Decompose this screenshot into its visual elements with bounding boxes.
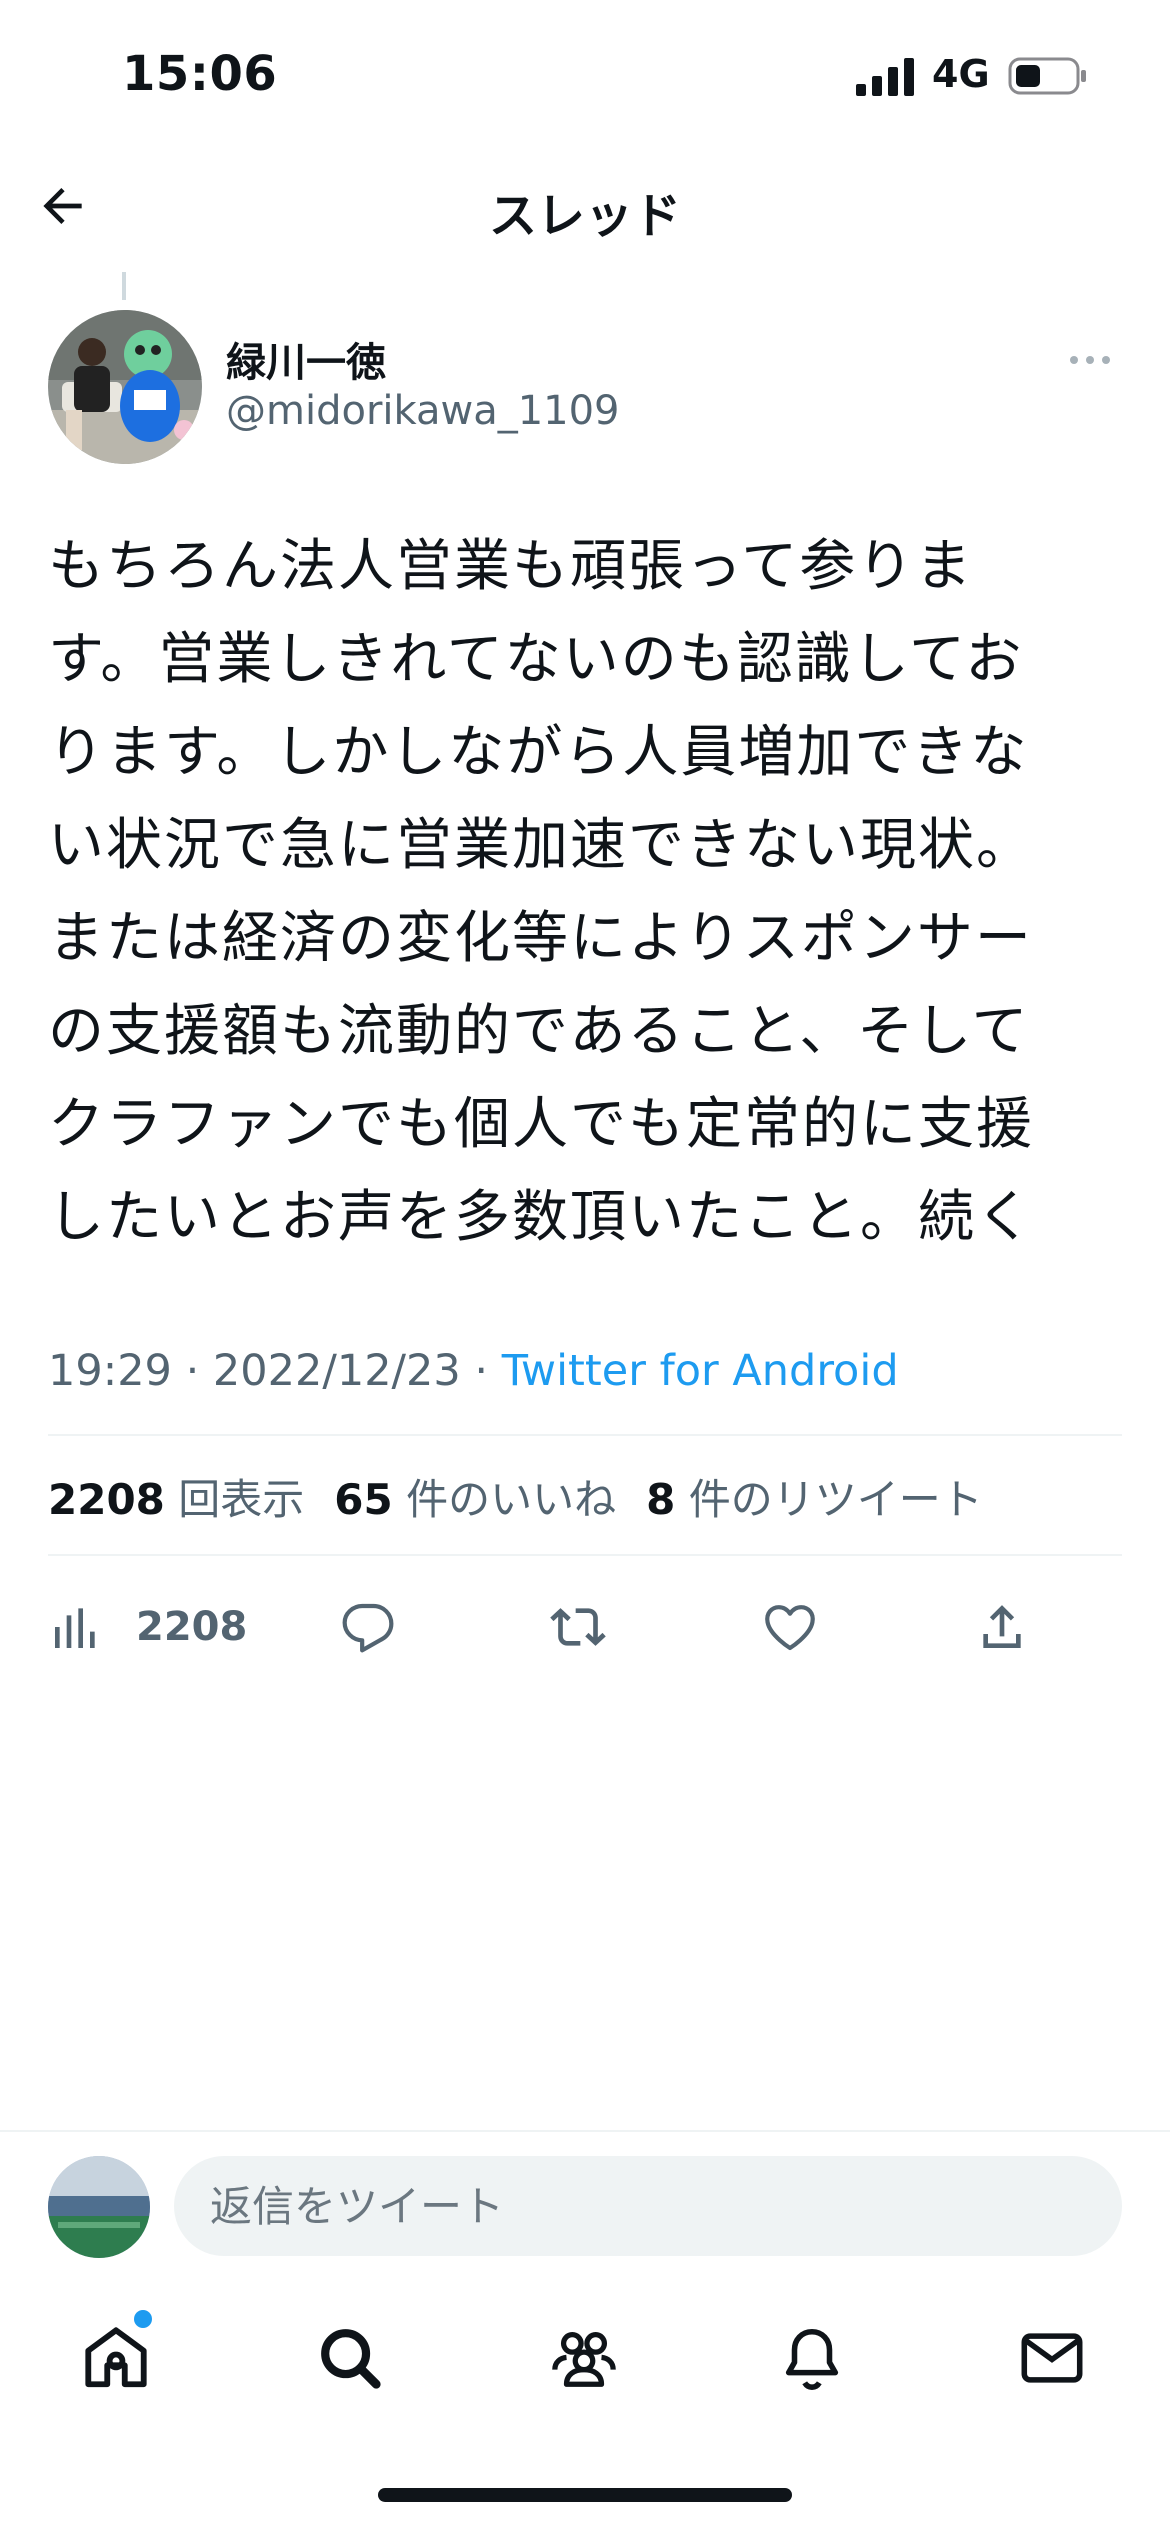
battery-icon (1008, 57, 1086, 95)
messages-icon (1021, 2333, 1083, 2383)
network-type: 4G (932, 52, 990, 96)
home-indicator[interactable] (378, 2488, 792, 2502)
user-avatar[interactable] (48, 2156, 150, 2258)
tweet-line: もちろん法人営業も頑張って参りま (48, 534, 974, 599)
tweet-line: の支援額も流動的であること、そして (48, 999, 1030, 1064)
unread-dot (134, 2310, 152, 2328)
signal-icon (856, 58, 914, 96)
views-icon (55, 1608, 95, 1648)
avatar-image (48, 2156, 150, 2258)
nav-home[interactable] (76, 2318, 156, 2398)
tweet-meta: 19:29 · 2022/12/23 · Twitter for Android (48, 1346, 899, 1396)
heart-icon (765, 1605, 815, 1651)
likes-stat[interactable]: 65 件のいいね (334, 1466, 616, 1527)
divider (0, 2130, 1170, 2132)
views-count: 2208 (136, 1604, 248, 1650)
tweet-line: ります。しかしながら人員増加できな (48, 720, 1029, 785)
author-handle[interactable]: @midorikawa_1109 (226, 388, 620, 434)
views-stat[interactable]: 2208 回表示 (48, 1466, 304, 1527)
nav-communities[interactable] (544, 2318, 624, 2398)
tweet-line: い状況で急に営業加速できない現状。 (48, 813, 1034, 878)
retweet-button[interactable] (550, 1592, 606, 1662)
tweet-stats: 2208 回表示 65 件のいいね 8 件のリツイート (48, 1466, 983, 1527)
back-button[interactable] (28, 176, 98, 236)
page-title: スレッド (488, 188, 681, 244)
like-button[interactable] (762, 1592, 818, 1662)
reply-input[interactable] (174, 2156, 1122, 2256)
home-icon (85, 2327, 147, 2388)
share-button[interactable] (974, 1592, 1030, 1662)
nav-search[interactable] (310, 2318, 390, 2398)
author-name[interactable]: 緑川一徳 (226, 330, 386, 388)
tweet-line: したいとお声を多数頂いたこと。続く (48, 1185, 1034, 1250)
tweet-timestamp[interactable]: 19:29 · 2022/12/23 · (48, 1346, 502, 1396)
tweet-actions: 2208 (48, 1592, 1122, 1662)
nav-messages[interactable] (1012, 2318, 1092, 2398)
reply-button[interactable] (340, 1592, 396, 1662)
tweet-line: クラファンでも個人でも定常的に支援 (48, 1092, 1034, 1157)
search-icon (321, 2329, 381, 2389)
thread-connector (122, 272, 126, 300)
tweet-source[interactable]: Twitter for Android (502, 1346, 899, 1396)
tweet-text: もちろん法人営業も頑張って参りま す。営業しきれてないのも認識してお ります。し… (48, 520, 1128, 1264)
divider (48, 1434, 1122, 1436)
avatar-image (48, 310, 202, 464)
notifications-icon (785, 2328, 839, 2390)
communities-icon (552, 2332, 616, 2387)
retweet-icon (550, 1608, 606, 1646)
arrow-left-icon (43, 188, 82, 224)
nav-notifications[interactable] (772, 2318, 852, 2398)
tweet-line: す。営業しきれてないのも認識してお (48, 627, 1024, 692)
status-time: 15:06 (122, 46, 278, 102)
views-button[interactable]: 2208 (48, 1592, 247, 1662)
retweets-stat[interactable]: 8 件のリツイート (646, 1466, 983, 1527)
share-icon (983, 1605, 1021, 1648)
divider (48, 1554, 1122, 1556)
author-avatar[interactable] (48, 310, 202, 464)
more-options-icon[interactable] (1066, 340, 1114, 380)
reply-icon (342, 1603, 394, 1653)
tweet-line: または経済の変化等によりスポンサー (48, 906, 1033, 971)
